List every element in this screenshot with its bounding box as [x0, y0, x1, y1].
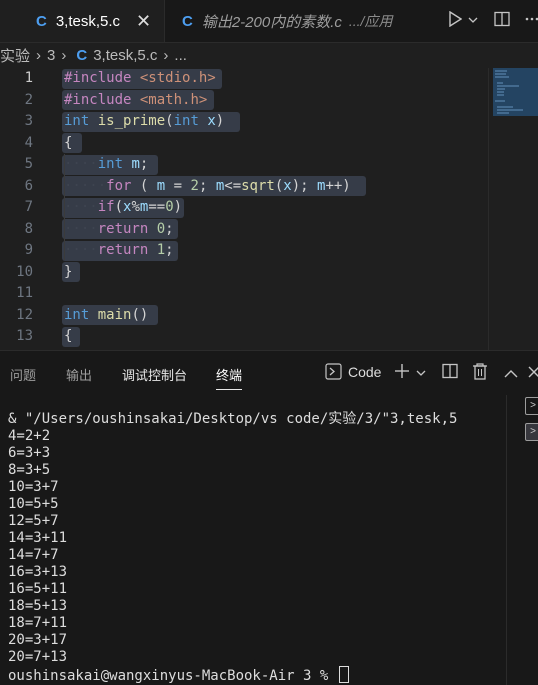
minimap[interactable]	[493, 68, 538, 116]
code-line: ····if(x%m==0)	[64, 199, 183, 215]
code-line: {	[64, 135, 73, 151]
line-number: 12	[16, 307, 33, 323]
line-number: 11	[16, 285, 33, 301]
code-line: int main()	[64, 307, 149, 323]
terminal-line: 18=7+11	[8, 615, 68, 631]
terminal-line: 20=7+13	[8, 649, 68, 665]
code-line: ····return 0;	[64, 221, 174, 237]
code-line: ····int m;	[64, 156, 149, 172]
line-number: 5	[24, 156, 33, 172]
terminal-line: 8=3+5	[8, 462, 51, 478]
terminal-line: 10=3+7	[8, 479, 59, 495]
chevron-right-icon: ›	[61, 46, 67, 64]
terminal-icon[interactable]	[325, 363, 342, 384]
line-number: 3	[24, 113, 33, 129]
line-number: 2	[24, 92, 33, 108]
breadcrumb: 实验 › 3 › C 3,tesk,5.c › ...	[0, 42, 538, 68]
code-line: ·····for ( m = 2; m<=sqrt(x); m++)	[64, 178, 351, 194]
terminal-line: 6=3+3	[8, 445, 51, 461]
close-icon[interactable]: ✕	[136, 11, 151, 32]
line-number: 13	[16, 328, 33, 344]
chevron-right-icon: ›	[36, 46, 42, 64]
run-icon[interactable]	[448, 10, 463, 31]
tab-debug-console[interactable]: 调试控制台	[122, 365, 187, 384]
c-file-icon: C	[36, 12, 47, 30]
split-editor-icon[interactable]	[494, 11, 510, 31]
chevron-down-icon[interactable]	[416, 365, 426, 382]
tab-problems[interactable]: 问题	[10, 365, 36, 384]
chevron-up-icon[interactable]	[504, 366, 518, 383]
code-line: #include <math.h>	[64, 92, 208, 108]
terminal-line: 14=7+7	[8, 547, 59, 563]
breadcrumb-item[interactable]: 实验	[0, 45, 30, 66]
terminal-list-sidebar: > >	[506, 395, 538, 685]
terminal-instance-icon[interactable]: >	[525, 423, 538, 441]
breadcrumb-item[interactable]: 3,tesk,5.c	[93, 47, 157, 64]
c-file-icon: C	[182, 12, 193, 30]
terminal-command: & "/Users/oushinsakai/Desktop/vs code/实验…	[8, 411, 458, 427]
terminal-line: 20=3+17	[8, 632, 68, 648]
line-number: 1	[24, 70, 33, 86]
tab-primes-c[interactable]: C 输出2-200内的素数.c .../应用	[164, 0, 429, 42]
terminal-line: 12=5+7	[8, 513, 59, 529]
chevron-down-icon[interactable]	[468, 12, 478, 29]
code-line: #include <stdio.h>	[64, 70, 216, 86]
close-icon[interactable]	[528, 365, 538, 382]
line-number: 8	[24, 221, 33, 237]
split-terminal-icon[interactable]	[442, 363, 458, 383]
add-terminal-icon[interactable]	[394, 363, 410, 383]
terminal-cursor	[338, 666, 349, 683]
line-number: 4	[24, 135, 33, 151]
code-line: }	[64, 264, 73, 280]
terminal-line: 4=2+2	[8, 428, 51, 444]
terminal-instance-icon[interactable]: >	[525, 397, 538, 415]
terminal-prompt-line[interactable]: oushinsakai@wangxinyus-MacBook-Air 3 %	[8, 666, 457, 685]
code-line: int is_prime(int x)	[64, 113, 225, 129]
editor-tab-bar: C 3,tesk,5.c ✕ C 输出2-200内的素数.c .../应用	[0, 0, 538, 43]
bottom-panel: 问题 输出 调试控制台 终端 Code & "/Users/oushinsaka…	[0, 350, 538, 685]
terminal-output[interactable]: & "/Users/oushinsakai/Desktop/vs code/实验…	[8, 411, 457, 685]
tab-path: .../应用	[348, 13, 393, 29]
terminal-name[interactable]: Code	[348, 364, 381, 380]
trash-icon[interactable]	[472, 363, 488, 384]
tab-terminal[interactable]: 终端	[216, 365, 243, 390]
line-number: 7	[24, 199, 33, 215]
terminal-line: 14=3+11	[8, 530, 68, 546]
c-file-icon: C	[76, 46, 88, 64]
terminal-line: 16=3+13	[8, 564, 68, 580]
tab-3-tesk-5-c[interactable]: C 3,tesk,5.c ✕	[0, 0, 164, 42]
breadcrumb-item[interactable]: ...	[174, 47, 187, 64]
chevron-right-icon: ›	[163, 46, 169, 64]
more-actions-icon[interactable]	[524, 11, 538, 31]
panel-tabs: 问题 输出 调试控制台 终端 Code	[0, 351, 538, 395]
breadcrumb-item[interactable]: 3	[47, 47, 55, 64]
tab-label: 3,tesk,5.c	[55, 12, 121, 30]
code-line: {	[64, 328, 73, 344]
code-line: ····return 1;	[64, 242, 174, 258]
line-number: 9	[24, 242, 33, 258]
terminal-line: 18=5+13	[8, 598, 68, 614]
terminal-line: 10=5+5	[8, 496, 59, 512]
tab-output[interactable]: 输出	[66, 365, 92, 384]
terminal-line: 16=5+11	[8, 581, 68, 597]
tab-label: 输出2-200内的素数.c	[201, 13, 342, 31]
line-number: 10	[16, 264, 33, 280]
scrollbar-track[interactable]	[488, 68, 489, 350]
line-number: 6	[24, 178, 33, 194]
code-editor[interactable]: 1 2 3 4 5 6 7 8 9 10 11 12 13 #include <…	[0, 68, 538, 350]
terminal-prompt: oushinsakai@wangxinyus-MacBook-Air 3 %	[8, 668, 337, 684]
